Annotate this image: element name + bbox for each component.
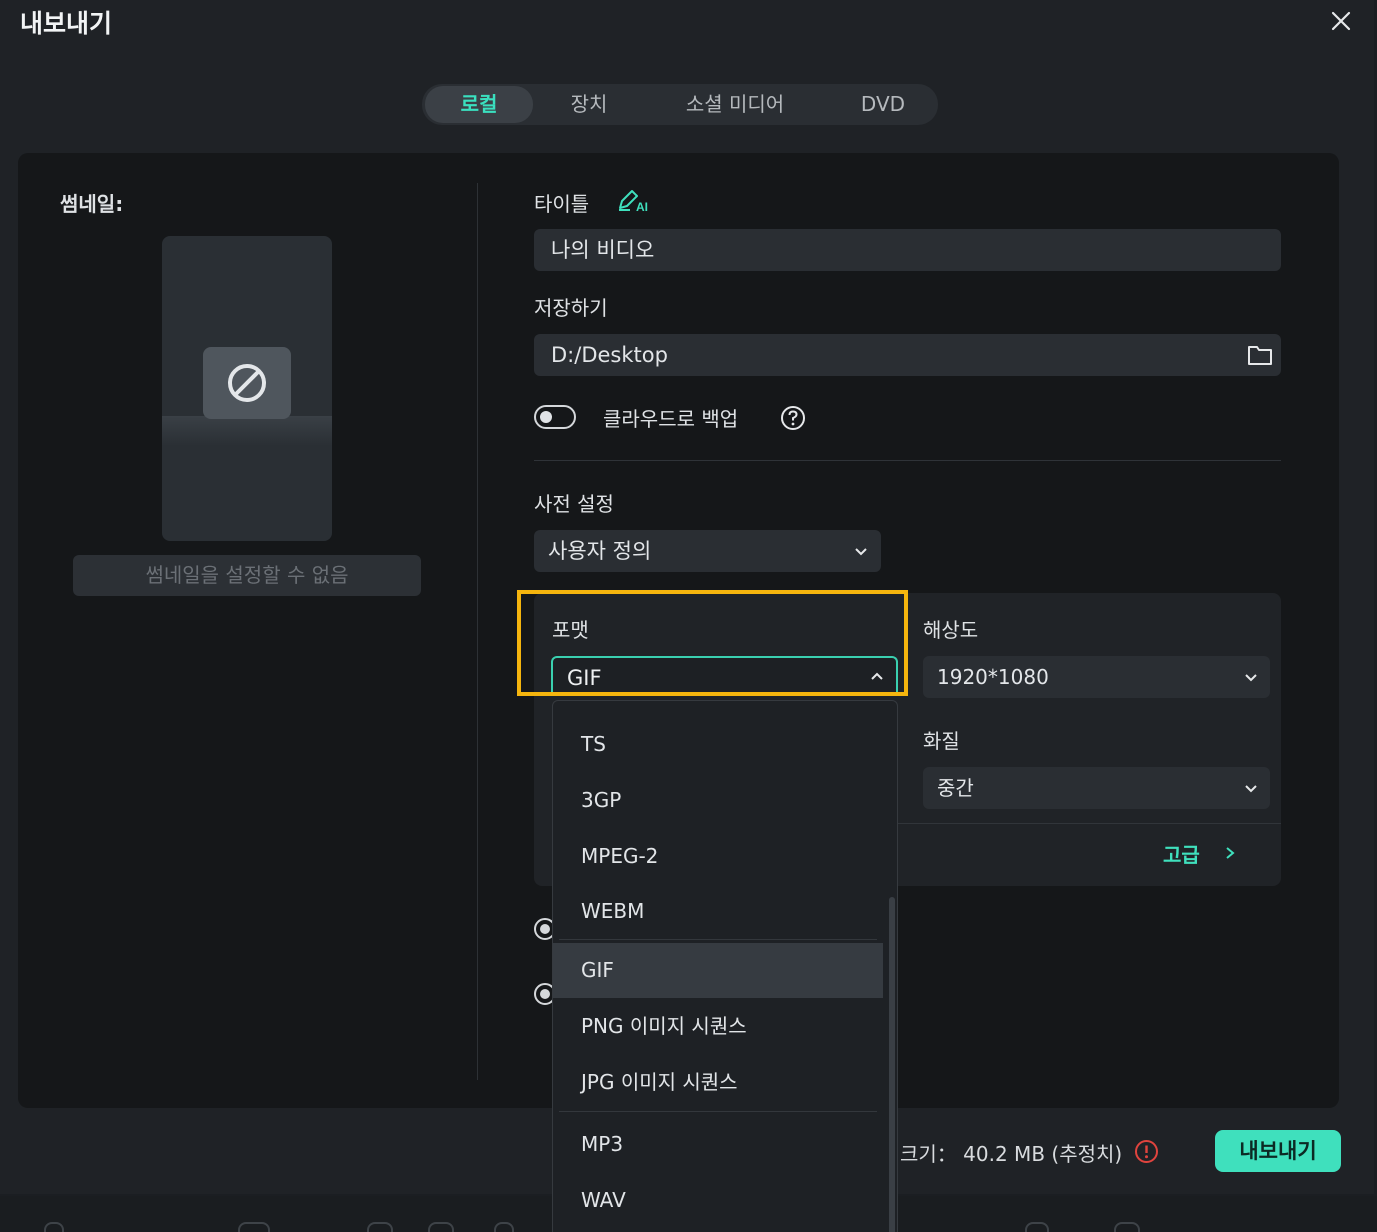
tab-dvd[interactable]: DVD bbox=[837, 86, 929, 123]
cloud-backup-toggle[interactable] bbox=[534, 405, 576, 429]
save-label: 저장하기 bbox=[534, 296, 608, 320]
file-size-estimate: 크기： 40.2 MB (추정치) bbox=[900, 1138, 1122, 1167]
format-option-mpeg2[interactable]: MPEG-2 bbox=[553, 829, 883, 884]
advanced-link[interactable]: 고급 bbox=[1163, 839, 1200, 868]
prohibited-icon bbox=[228, 364, 266, 402]
toolbar-icon bbox=[238, 1222, 270, 1232]
chevron-down-icon bbox=[1245, 674, 1257, 682]
thumbnail-preview bbox=[162, 236, 332, 541]
save-path-input[interactable]: D:/Desktop bbox=[534, 334, 1281, 376]
close-icon[interactable] bbox=[1326, 6, 1356, 36]
size-label: 크기： bbox=[900, 1142, 957, 1166]
column-divider bbox=[477, 183, 478, 1080]
chevron-right-icon[interactable] bbox=[1222, 845, 1238, 861]
resolution-select[interactable]: 1920*1080 bbox=[923, 656, 1270, 698]
dropdown-scrollbar[interactable] bbox=[889, 897, 895, 1232]
toolbar-icon bbox=[494, 1222, 514, 1232]
tab-local[interactable]: 로컬 bbox=[425, 86, 533, 123]
tab-social-media[interactable]: 소셜 미디어 bbox=[660, 86, 810, 123]
dropdown-divider bbox=[559, 1111, 877, 1112]
preset-select[interactable]: 사용자 정의 bbox=[534, 530, 881, 572]
format-option-webm[interactable]: WEBM bbox=[553, 884, 883, 939]
thumbnail-reflection bbox=[162, 416, 332, 446]
svg-text:AI: AI bbox=[636, 200, 648, 214]
set-thumbnail-button[interactable]: 썸네일을 설정할 수 없음 bbox=[73, 555, 421, 596]
section-divider bbox=[534, 460, 1281, 461]
title-label: 타이틀 bbox=[534, 192, 590, 216]
tab-device[interactable]: 장치 bbox=[543, 86, 635, 123]
warning-icon[interactable] bbox=[1134, 1139, 1159, 1164]
title-input[interactable]: 나의 비디오 bbox=[534, 229, 1281, 271]
resolution-label: 해상도 bbox=[923, 618, 979, 642]
quality-label: 화질 bbox=[923, 729, 960, 753]
toolbar-icon bbox=[367, 1222, 393, 1232]
format-option-ts[interactable]: TS bbox=[553, 717, 883, 772]
format-option-mp3[interactable]: MP3 bbox=[553, 1117, 883, 1172]
toolbar-icon bbox=[44, 1222, 64, 1232]
dialog-title: 내보내기 bbox=[20, 9, 113, 38]
format-option-3gp[interactable]: 3GP bbox=[553, 773, 883, 828]
format-dropdown: TS 3GP MPEG-2 WEBM GIF PNG 이미지 시퀀스 JPG 이… bbox=[552, 700, 898, 1232]
format-option-png-sequence[interactable]: PNG 이미지 시퀀스 bbox=[553, 999, 883, 1054]
toolbar-icon bbox=[1025, 1222, 1049, 1232]
size-value: 40.2 MB (추정치) bbox=[963, 1142, 1123, 1166]
ai-pen-icon[interactable]: AI bbox=[616, 186, 652, 214]
folder-icon[interactable] bbox=[1246, 342, 1274, 368]
cloud-backup-label: 클라우드로 백업 bbox=[603, 407, 739, 431]
toolbar-icon bbox=[428, 1222, 454, 1232]
chevron-down-icon bbox=[1245, 785, 1257, 793]
dropdown-divider bbox=[559, 939, 877, 940]
format-option-gif[interactable]: GIF bbox=[553, 943, 883, 998]
export-button[interactable]: 내보내기 bbox=[1215, 1130, 1341, 1172]
thumbnail-label: 썸네일: bbox=[60, 192, 124, 216]
format-option-wav[interactable]: WAV bbox=[553, 1173, 883, 1228]
help-icon[interactable] bbox=[780, 405, 806, 431]
preset-label: 사전 설정 bbox=[534, 492, 614, 516]
toolbar-icon bbox=[1114, 1222, 1140, 1232]
thumbnail-icon-tile bbox=[203, 347, 291, 419]
format-highlight bbox=[517, 590, 908, 696]
format-option-jpg-sequence[interactable]: JPG 이미지 시퀀스 bbox=[553, 1055, 883, 1110]
quality-select[interactable]: 중간 bbox=[923, 767, 1270, 809]
export-tabs: 로컬 장치 소셜 미디어 DVD bbox=[422, 84, 938, 125]
chevron-down-icon bbox=[855, 548, 867, 556]
